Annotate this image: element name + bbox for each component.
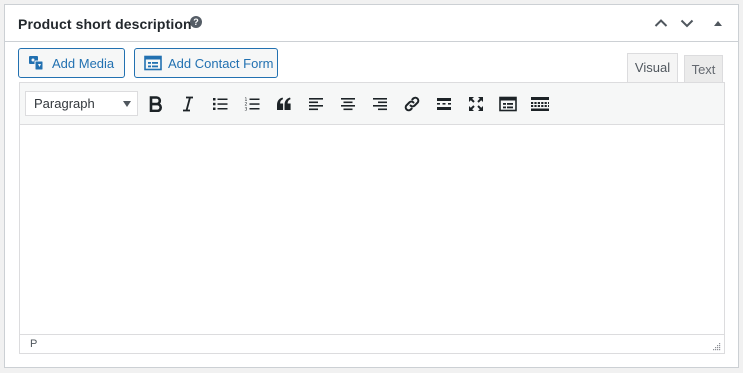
blockquote-icon <box>277 97 291 110</box>
contact-form-icon <box>144 55 162 71</box>
postbox-header: Product short description ? <box>5 5 738 42</box>
format-select[interactable]: Paragraph <box>25 91 138 116</box>
italic-button[interactable] <box>175 92 201 116</box>
toolbar-toggle-button[interactable] <box>527 92 553 116</box>
insert-link-icon <box>404 96 420 112</box>
align-right-button[interactable] <box>367 92 393 116</box>
toggle-panel-icon <box>714 21 722 26</box>
add-contact-form-label: Add Contact Form <box>168 55 274 71</box>
insert-link-button[interactable] <box>399 92 425 116</box>
align-left-icon <box>309 98 323 111</box>
add-media-button[interactable]: Add Media <box>18 48 125 78</box>
numbered-list-button[interactable]: 1 2 3 <box>239 92 265 116</box>
format-select-value: Paragraph <box>34 96 95 111</box>
tab-text[interactable]: Text <box>684 55 723 83</box>
insert-form-button[interactable] <box>495 92 521 116</box>
chevron-down-icon <box>123 101 131 107</box>
bold-icon <box>149 96 162 112</box>
align-center-button[interactable] <box>335 92 361 116</box>
svg-text:3: 3 <box>245 106 248 111</box>
product-short-description-box: Product short description ? Add Media Ad… <box>4 4 739 368</box>
toolbar-toggle-icon <box>531 97 549 111</box>
read-more-button[interactable] <box>431 92 457 116</box>
resize-handle-icon[interactable] <box>712 342 721 351</box>
move-up-icon <box>654 19 668 27</box>
move-down-icon <box>680 19 694 28</box>
align-left-button[interactable] <box>303 92 329 116</box>
bulleted-list-icon <box>213 98 228 110</box>
fullscreen-button[interactable] <box>463 92 489 116</box>
italic-icon <box>183 96 193 112</box>
align-center-icon <box>341 98 355 111</box>
read-more-icon <box>437 98 451 110</box>
insert-form-icon <box>499 96 517 112</box>
editor-content-area[interactable] <box>20 125 724 334</box>
add-media-icon <box>29 56 44 71</box>
help-icon[interactable]: ? <box>190 16 202 28</box>
element-path[interactable]: P <box>30 338 37 350</box>
fullscreen-icon <box>469 97 483 111</box>
editor-toolbar: Paragraph 1 2 3 <box>20 83 724 125</box>
add-media-label: Add Media <box>52 55 115 71</box>
tab-visual[interactable]: Visual <box>627 53 678 83</box>
editor-statusbar: P <box>20 334 724 353</box>
move-down-button[interactable] <box>677 13 697 33</box>
numbered-list-icon: 1 2 3 <box>245 97 260 111</box>
bold-button[interactable] <box>143 92 169 116</box>
blockquote-button[interactable] <box>271 92 297 116</box>
postbox-title: Product short description <box>18 16 192 32</box>
toggle-panel-button[interactable] <box>708 13 728 33</box>
move-up-button[interactable] <box>651 13 671 33</box>
bulleted-list-button[interactable] <box>207 92 233 116</box>
align-right-icon <box>373 98 387 111</box>
editor-container: Paragraph 1 2 3 P <box>19 82 725 354</box>
add-contact-form-button[interactable]: Add Contact Form <box>134 48 278 78</box>
